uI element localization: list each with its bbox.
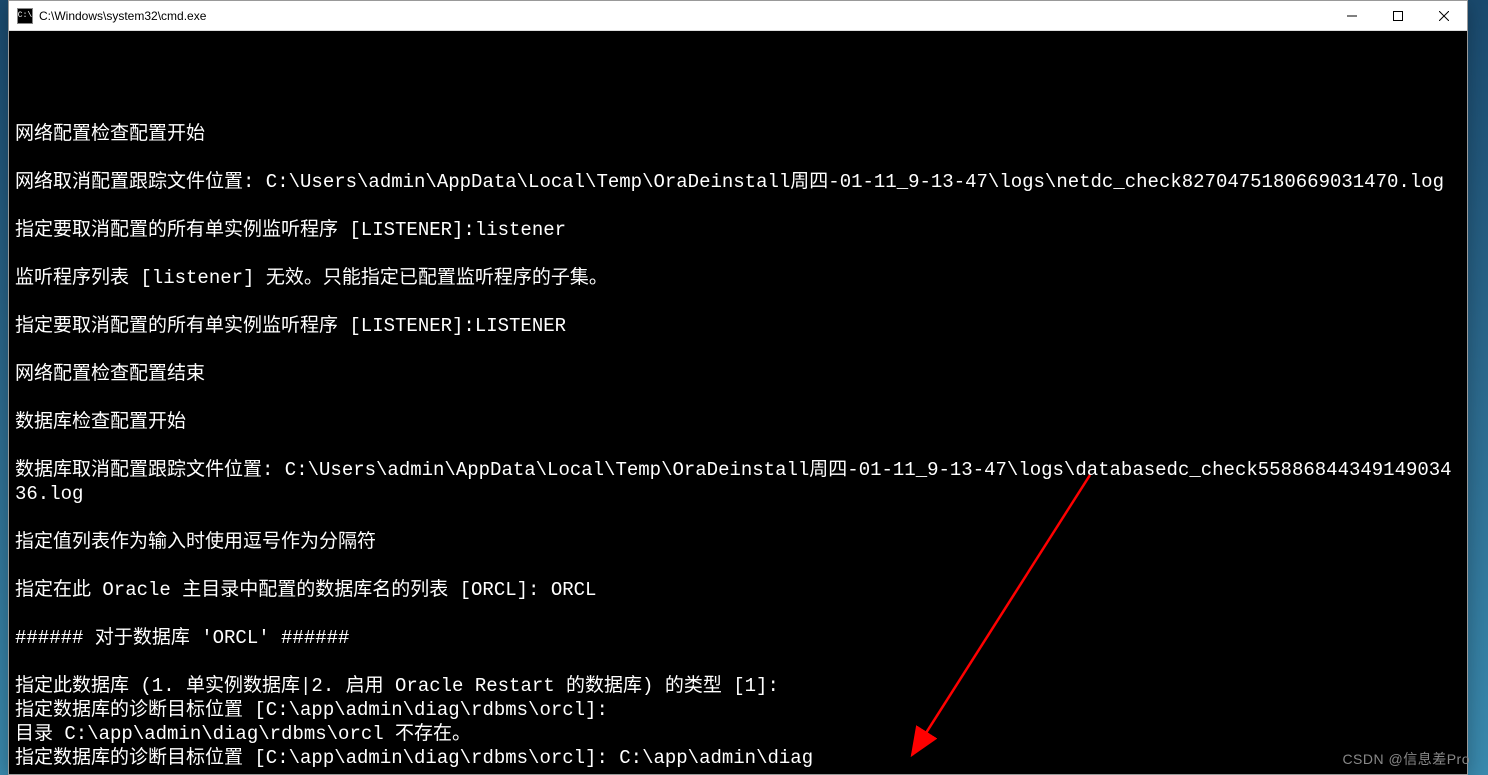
terminal-line <box>15 74 1461 98</box>
terminal-line: 指定在此 Oracle 主目录中配置的数据库名的列表 [ORCL]: ORCL <box>15 578 1461 602</box>
terminal-line: 指定数据库的诊断目标位置 [C:\app\admin\diag\rdbms\or… <box>15 746 1461 770</box>
terminal-output[interactable]: 网络配置检查配置开始 网络取消配置跟踪文件位置: C:\Users\admin\… <box>9 31 1467 774</box>
cmd-window: C:\ C:\Windows\system32\cmd.exe 网络配置检查配置… <box>8 0 1468 775</box>
maximize-icon <box>1393 11 1403 21</box>
terminal-line <box>15 554 1461 578</box>
terminal-line: 网络取消配置跟踪文件位置: C:\Users\admin\AppData\Loc… <box>15 170 1461 194</box>
terminal-line <box>15 506 1461 530</box>
terminal-line: ###### 对于数据库 'ORCL' ###### <box>15 626 1461 650</box>
terminal-line: 监听程序列表 [listener] 无效。只能指定已配置监听程序的子集。 <box>15 266 1461 290</box>
terminal-line <box>15 290 1461 314</box>
terminal-line: 指定数据库的诊断目标位置 [C:\app\admin\diag\rdbms\or… <box>15 698 1461 722</box>
terminal-line: 指定要取消配置的所有单实例监听程序 [LISTENER]:listener <box>15 218 1461 242</box>
terminal-line <box>15 194 1461 218</box>
terminal-line <box>15 338 1461 362</box>
terminal-line: 网络配置检查配置开始 <box>15 122 1461 146</box>
terminal-line: 目录 C:\app\admin\diag\rdbms\orcl 不存在。 <box>15 722 1461 746</box>
window-title: C:\Windows\system32\cmd.exe <box>39 9 1329 23</box>
terminal-line <box>15 146 1461 170</box>
terminal-line <box>15 602 1461 626</box>
maximize-button[interactable] <box>1375 1 1421 30</box>
terminal-line: 指定此数据库 (1. 单实例数据库|2. 启用 Oracle Restart 的… <box>15 674 1461 698</box>
close-button[interactable] <box>1421 1 1467 30</box>
terminal-line <box>15 650 1461 674</box>
cmd-icon: C:\ <box>17 8 33 24</box>
window-controls <box>1329 1 1467 30</box>
minimize-icon <box>1347 11 1357 21</box>
titlebar[interactable]: C:\ C:\Windows\system32\cmd.exe <box>9 1 1467 31</box>
terminal-line <box>15 242 1461 266</box>
terminal-line: 网络配置检查配置结束 <box>15 362 1461 386</box>
terminal-line: 数据库检查配置开始 <box>15 410 1461 434</box>
terminal-line: 指定值列表作为输入时使用逗号作为分隔符 <box>15 530 1461 554</box>
terminal-line: 指定要取消配置的所有单实例监听程序 [LISTENER]:LISTENER <box>15 314 1461 338</box>
terminal-line <box>15 98 1461 122</box>
terminal-line: 数据库取消配置跟踪文件位置: C:\Users\admin\AppData\Lo… <box>15 458 1461 506</box>
close-icon <box>1439 11 1449 21</box>
watermark: CSDN @信息差Pro <box>1342 749 1470 769</box>
terminal-line <box>15 386 1461 410</box>
terminal-line <box>15 434 1461 458</box>
minimize-button[interactable] <box>1329 1 1375 30</box>
